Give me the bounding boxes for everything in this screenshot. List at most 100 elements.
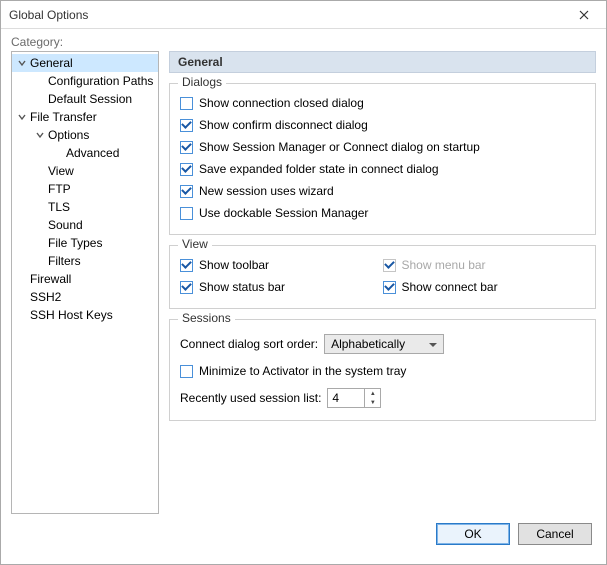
checkbox xyxy=(383,259,396,272)
tree-item[interactable]: SSH2 xyxy=(12,288,158,306)
spinner-buttons[interactable]: ▲ ▼ xyxy=(364,389,380,407)
tree-item[interactable]: FTP xyxy=(12,180,158,198)
sort-order-select[interactable]: Alphabetically xyxy=(324,334,444,354)
tree-item[interactable]: SSH Host Keys xyxy=(12,306,158,324)
tree-item-label: Configuration Paths xyxy=(48,74,153,88)
checkbox-label: Save expanded folder state in connect di… xyxy=(199,162,439,176)
chevron-down-icon[interactable] xyxy=(34,129,46,141)
close-button[interactable] xyxy=(562,1,606,28)
checkbox-row: Show menu bar xyxy=(383,254,586,276)
global-options-window: Global Options Category: General Configur… xyxy=(0,0,607,565)
recent-sessions-label: Recently used session list: xyxy=(180,391,321,405)
twisty-spacer xyxy=(16,273,28,285)
twisty-spacer xyxy=(34,93,46,105)
tree-item[interactable]: Default Session xyxy=(12,90,158,108)
minimize-row: Minimize to Activator in the system tray xyxy=(180,360,585,382)
tree-item-label: SSH2 xyxy=(30,290,61,304)
checkbox[interactable] xyxy=(180,163,193,176)
checkbox[interactable] xyxy=(180,185,193,198)
tree-item[interactable]: Sound xyxy=(12,216,158,234)
checkbox-label: New session uses wizard xyxy=(199,184,334,198)
checkbox-row: New session uses wizard xyxy=(180,180,585,202)
spinner-up-icon[interactable]: ▲ xyxy=(365,389,380,398)
checkbox-label: Show connection closed dialog xyxy=(199,96,364,110)
tree-item-label: File Transfer xyxy=(30,110,97,124)
checkbox[interactable] xyxy=(180,207,193,220)
tree-item-label: TLS xyxy=(48,200,70,214)
tree-item-label: Default Session xyxy=(48,92,132,106)
checkbox[interactable] xyxy=(180,281,193,294)
tree-item[interactable]: Firewall xyxy=(12,270,158,288)
group-sessions-title: Sessions xyxy=(178,311,235,325)
twisty-spacer xyxy=(34,237,46,249)
tree-item[interactable]: File Transfer xyxy=(12,108,158,126)
group-dialogs: Dialogs Show connection closed dialogSho… xyxy=(169,83,596,235)
tree-item-label: View xyxy=(48,164,74,178)
window-title: Global Options xyxy=(9,8,562,22)
minimize-label: Minimize to Activator in the system tray xyxy=(199,364,406,378)
checkbox-label: Show confirm disconnect dialog xyxy=(199,118,368,132)
tree-item-label: Firewall xyxy=(30,272,71,286)
dialog-body: Category: General Configuration Paths Defa… xyxy=(1,29,606,564)
twisty-spacer xyxy=(34,219,46,231)
tree-item[interactable]: General xyxy=(12,54,158,72)
group-sessions: Sessions Connect dialog sort order: Alph… xyxy=(169,319,596,421)
close-icon xyxy=(579,10,589,20)
checkbox-label: Show status bar xyxy=(199,280,285,294)
panel-heading: General xyxy=(169,51,596,73)
checkbox-row: Use dockable Session Manager xyxy=(180,202,585,224)
checkbox[interactable] xyxy=(383,281,396,294)
checkbox-row: Show connect bar xyxy=(383,276,586,298)
twisty-spacer xyxy=(16,291,28,303)
checkbox-label: Show connect bar xyxy=(402,280,498,294)
checkbox[interactable] xyxy=(180,119,193,132)
chevron-down-icon[interactable] xyxy=(16,111,28,123)
twisty-spacer xyxy=(34,201,46,213)
category-label: Category: xyxy=(11,35,596,49)
checkbox-label: Show toolbar xyxy=(199,258,269,272)
dialog-footer: OK Cancel xyxy=(11,514,596,554)
checkbox-label: Use dockable Session Manager xyxy=(199,206,368,220)
twisty-spacer xyxy=(34,165,46,177)
tree-item-label: File Types xyxy=(48,236,102,250)
tree-item-label: FTP xyxy=(48,182,71,196)
tree-item[interactable]: Filters xyxy=(12,252,158,270)
tree-item[interactable]: View xyxy=(12,162,158,180)
twisty-spacer xyxy=(16,309,28,321)
tree-item[interactable]: TLS xyxy=(12,198,158,216)
sort-order-row: Connect dialog sort order: Alphabeticall… xyxy=(180,332,585,356)
checkbox[interactable] xyxy=(180,97,193,110)
recent-sessions-value: 4 xyxy=(328,391,364,405)
tree-item[interactable]: Options xyxy=(12,126,158,144)
settings-panel: General Dialogs Show connection closed d… xyxy=(169,51,596,514)
recent-sessions-spinner[interactable]: 4 ▲ ▼ xyxy=(327,388,381,408)
sort-order-value: Alphabetically xyxy=(331,337,405,351)
chevron-down-icon[interactable] xyxy=(16,57,28,69)
titlebar: Global Options xyxy=(1,1,606,29)
checkbox-row: Save expanded folder state in connect di… xyxy=(180,158,585,180)
checkbox-row: Show connection closed dialog xyxy=(180,92,585,114)
twisty-spacer xyxy=(34,75,46,87)
cancel-button[interactable]: Cancel xyxy=(518,523,592,545)
twisty-spacer xyxy=(34,255,46,267)
minimize-checkbox[interactable] xyxy=(180,365,193,378)
checkbox-row: Show confirm disconnect dialog xyxy=(180,114,585,136)
tree-item[interactable]: File Types xyxy=(12,234,158,252)
tree-item-label: Filters xyxy=(48,254,81,268)
ok-button[interactable]: OK xyxy=(436,523,510,545)
checkbox[interactable] xyxy=(180,259,193,272)
category-tree[interactable]: General Configuration Paths Default Sessio… xyxy=(11,51,159,514)
main-row: General Configuration Paths Default Sessio… xyxy=(11,51,596,514)
sort-order-label: Connect dialog sort order: xyxy=(180,337,318,351)
spinner-down-icon[interactable]: ▼ xyxy=(365,398,380,407)
tree-item-label: Advanced xyxy=(66,146,119,160)
recent-sessions-row: Recently used session list: 4 ▲ ▼ xyxy=(180,386,585,410)
group-view: View Show toolbarShow status barShow men… xyxy=(169,245,596,309)
tree-item[interactable]: Configuration Paths xyxy=(12,72,158,90)
checkbox[interactable] xyxy=(180,141,193,154)
tree-item[interactable]: Advanced xyxy=(12,144,158,162)
twisty-spacer xyxy=(52,147,64,159)
checkbox-row: Show toolbar xyxy=(180,254,383,276)
twisty-spacer xyxy=(34,183,46,195)
group-view-title: View xyxy=(178,237,212,251)
